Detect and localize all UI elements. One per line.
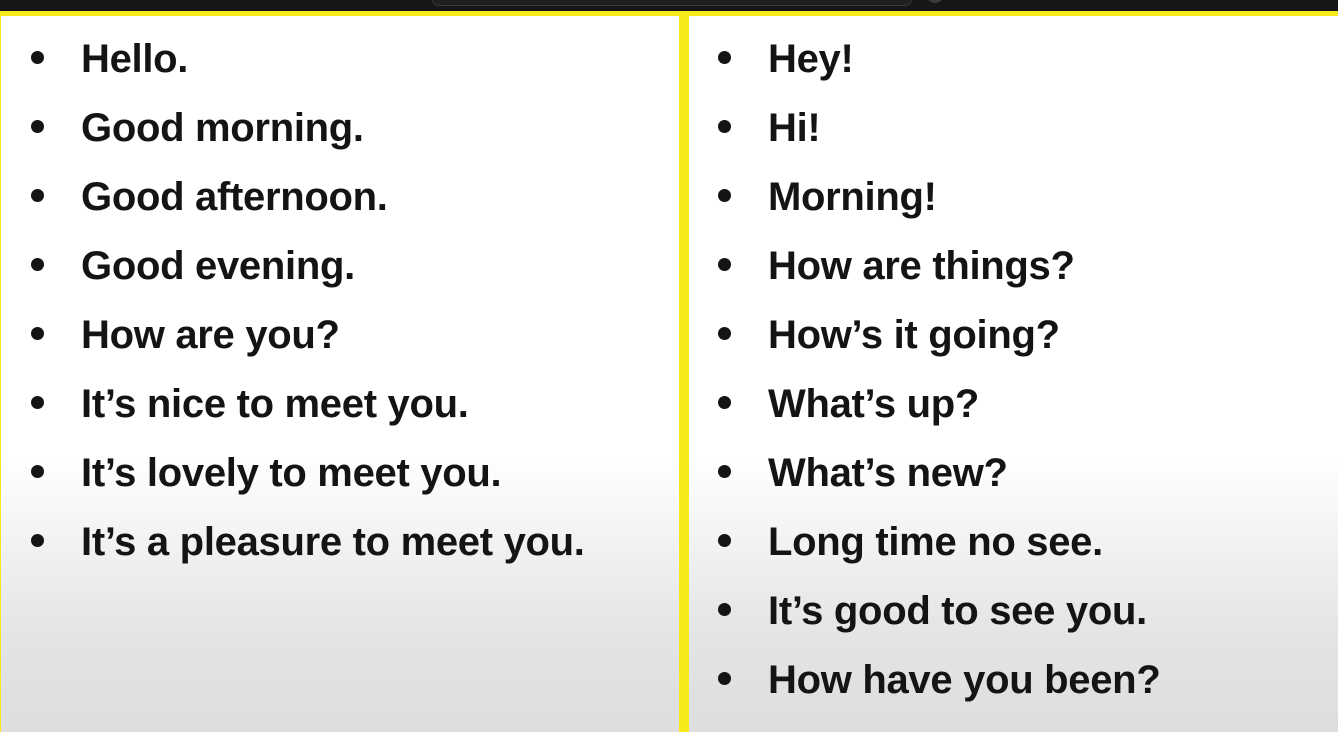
video-frame: Hello. Good morning. Good afternoon. Goo… <box>0 0 1338 732</box>
player-top-bar <box>0 0 1338 11</box>
bullet-icon <box>718 120 731 133</box>
greeting-text: What’s new? <box>768 451 1008 495</box>
greeting-text: How are you? <box>81 313 340 357</box>
bullet-icon <box>31 51 44 64</box>
greeting-text: It’s nice to meet you. <box>81 382 469 426</box>
bullet-icon <box>718 258 731 271</box>
bullet-icon <box>718 465 731 478</box>
formal-greetings-panel: Hello. Good morning. Good afternoon. Goo… <box>0 11 684 732</box>
player-control-pill[interactable] <box>432 0 912 6</box>
bullet-icon <box>31 258 44 271</box>
greeting-text: It’s lovely to meet you. <box>81 451 502 495</box>
greeting-text: Good evening. <box>81 244 355 288</box>
greeting-text: It’s a pleasure to meet you. <box>81 520 585 564</box>
greeting-text: Good morning. <box>81 106 364 150</box>
bullet-icon <box>718 189 731 202</box>
bullet-icon <box>718 396 731 409</box>
greeting-text: Hi! <box>768 106 821 150</box>
greeting-text: Hey! <box>768 37 854 81</box>
player-control-dot[interactable] <box>928 0 942 3</box>
bullet-icon <box>31 327 44 340</box>
bullet-icon <box>31 189 44 202</box>
greeting-text: How are things? <box>768 244 1075 288</box>
greeting-text: How’s it going? <box>768 313 1060 357</box>
greeting-text: Long time no see. <box>768 520 1103 564</box>
bullet-icon <box>718 51 731 64</box>
bullet-icon <box>718 603 731 616</box>
greeting-text: How have you been? <box>768 658 1161 702</box>
greeting-text: Good afternoon. <box>81 175 388 219</box>
bullet-icon <box>31 534 44 547</box>
bullet-icon <box>31 396 44 409</box>
bullet-icon <box>31 120 44 133</box>
clipped-next-line <box>772 723 832 732</box>
bullet-icon <box>718 534 731 547</box>
greeting-text: It’s good to see you. <box>768 589 1147 633</box>
greeting-text: What’s up? <box>768 382 980 426</box>
bullet-icon <box>718 327 731 340</box>
bullet-icon <box>31 465 44 478</box>
greeting-text: Hello. <box>81 37 189 81</box>
informal-greetings-panel: Hey! Hi! Morning! How are things? How’s … <box>684 11 1338 732</box>
greeting-text: Morning! <box>768 175 937 219</box>
bullet-icon <box>718 672 731 685</box>
